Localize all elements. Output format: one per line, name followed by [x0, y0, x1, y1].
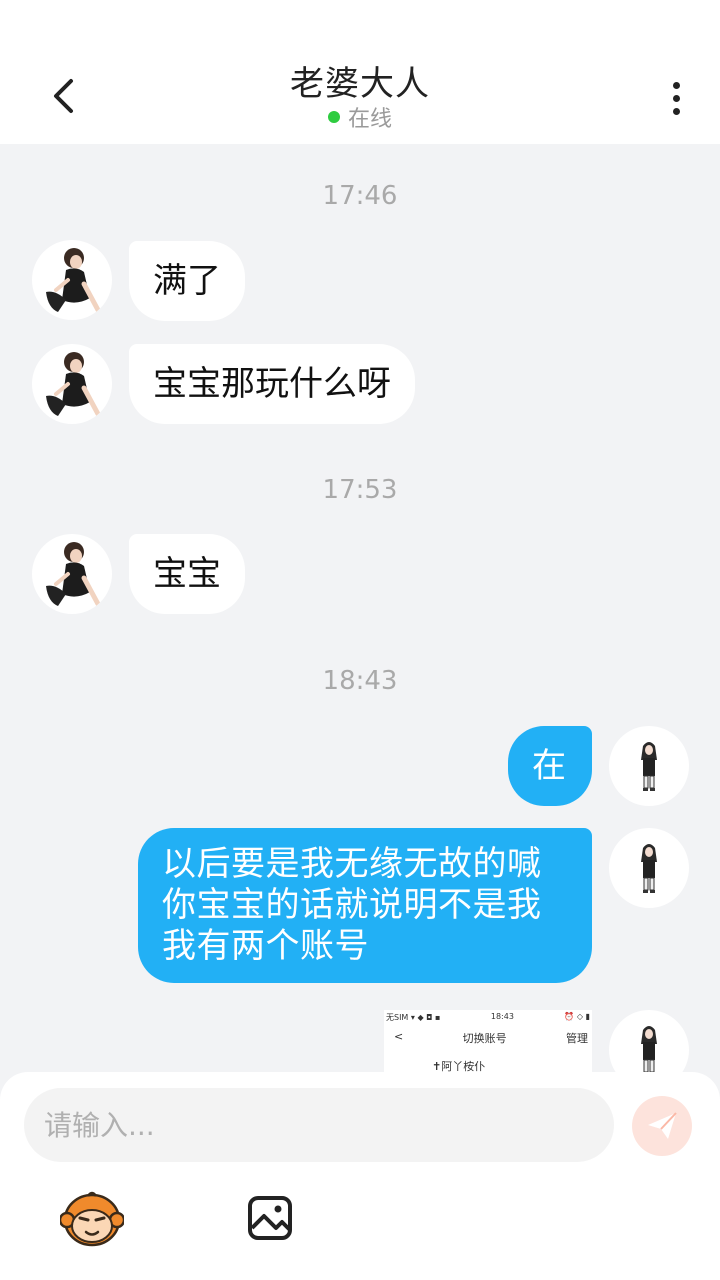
incoming-message[interactable]: 满了 [129, 241, 245, 321]
timestamp: 18:43 [322, 666, 398, 696]
timestamp: 17:46 [322, 181, 398, 211]
online-status-label: 在线 [347, 107, 392, 132]
chat-header: 老婆大人 在线 [0, 0, 720, 144]
contact-name: 老婆大人 [290, 64, 430, 104]
outgoing-message[interactable]: 以后要是我无缘无故的喊你宝宝的话就说明不是我我有两个账号 [138, 828, 592, 983]
image-icon [248, 1196, 292, 1240]
message-list[interactable]: 17:46 满了 宝宝那玩什么呀 17:53 宝宝 18:43 在 以后要是我无… [0, 144, 720, 1072]
image-message[interactable]: 无SIM ▾ ◆ ◘ ▪ 18:43 ⏰ ◇ ▮ < 切换账号 管理 ✝阿丫桉仆 [384, 1010, 592, 1072]
image-picker-button[interactable] [246, 1194, 294, 1242]
monkey-face-icon [58, 1191, 126, 1247]
send-button[interactable] [632, 1096, 692, 1156]
contact-avatar[interactable] [32, 344, 112, 424]
screenshot-nav-bar: < 切换账号 管理 [394, 1030, 588, 1045]
screenshot-account-row: ✝阿丫桉仆 [432, 1060, 486, 1072]
emoji-button[interactable] [58, 1188, 126, 1248]
contact-avatar[interactable] [32, 534, 112, 614]
online-status: 在线 [0, 101, 720, 133]
my-avatar[interactable] [609, 726, 689, 806]
screenshot-status-bar: 无SIM ▾ ◆ ◘ ▪ 18:43 ⏰ ◇ ▮ [386, 1012, 590, 1022]
composer-panel [0, 1072, 720, 1280]
more-vertical-icon [672, 81, 680, 89]
online-dot-icon [327, 111, 340, 123]
incoming-message[interactable]: 宝宝那玩什么呀 [129, 344, 415, 424]
incoming-message[interactable]: 宝宝 [129, 534, 245, 614]
my-avatar[interactable] [609, 1010, 689, 1072]
outgoing-message[interactable]: 在 [508, 726, 592, 806]
paper-plane-icon [648, 1112, 677, 1139]
more-options-button[interactable] [652, 74, 700, 122]
timestamp: 17:53 [322, 475, 398, 505]
message-input[interactable] [24, 1088, 614, 1162]
my-avatar[interactable] [609, 828, 689, 908]
contact-avatar[interactable] [32, 240, 112, 320]
